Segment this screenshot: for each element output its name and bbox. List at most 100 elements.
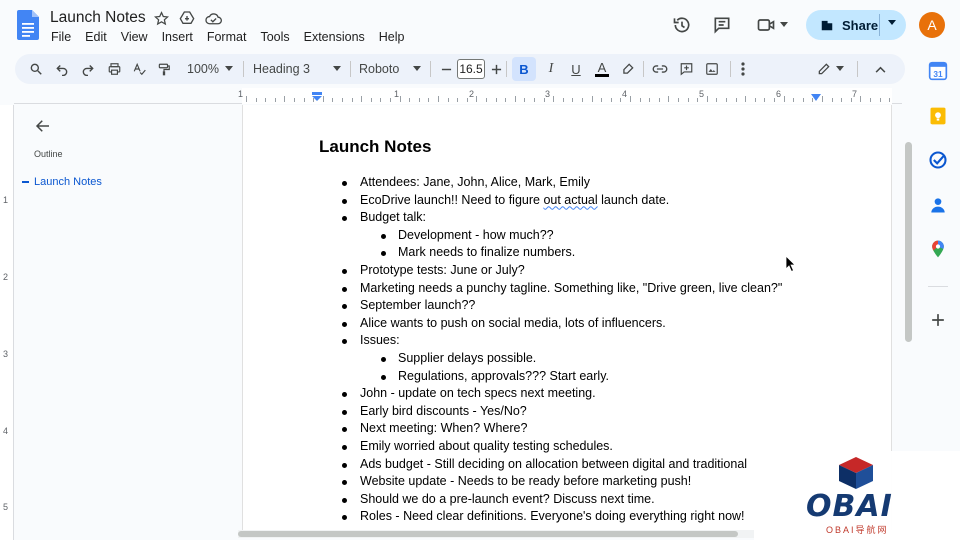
ruler-number: 3 <box>545 89 551 99</box>
bullet-dot <box>342 409 347 415</box>
insert-link-icon[interactable] <box>651 60 669 78</box>
list-item[interactable]: John - update on tech specs next meeting… <box>319 385 879 403</box>
outline-item[interactable]: Launch Notes <box>22 176 102 188</box>
share-dropdown-icon[interactable] <box>888 20 896 26</box>
maps-icon[interactable] <box>928 239 948 259</box>
editing-mode-icon[interactable] <box>815 60 833 78</box>
left-indent-marker-icon[interactable] <box>312 92 322 101</box>
meet-icon[interactable] <box>756 15 776 35</box>
ruler-number: 6 <box>776 89 782 99</box>
list-item-text: Mark needs to finalize numbers. <box>398 245 576 260</box>
underline-button[interactable]: U <box>566 60 586 78</box>
increase-font-size-icon[interactable] <box>489 60 503 78</box>
avatar[interactable]: A <box>919 12 945 38</box>
vertical-scrollbar[interactable] <box>905 142 912 342</box>
watermark: OBAI OBAI导航网 <box>754 451 960 540</box>
list-item[interactable]: Budget talk: <box>319 209 879 227</box>
tasks-icon[interactable] <box>928 150 948 170</box>
paint-format-icon[interactable] <box>155 60 173 78</box>
meet-dropdown-icon[interactable] <box>780 22 788 28</box>
add-comment-icon[interactable] <box>677 60 695 78</box>
add-addon-plus-icon[interactable] <box>928 310 948 330</box>
font-dropdown-icon[interactable] <box>413 66 421 72</box>
bullet-dot <box>342 339 347 345</box>
redo-icon[interactable] <box>79 60 97 78</box>
ruler-number: 1 <box>3 195 9 205</box>
star-icon[interactable] <box>152 9 170 27</box>
bold-button[interactable]: B <box>512 57 536 81</box>
italic-button[interactable]: I <box>541 60 561 78</box>
vertical-ruler[interactable]: 1 2 3 4 5 <box>0 105 14 540</box>
text-color-button[interactable]: A <box>592 60 612 78</box>
share-button[interactable]: Share <box>806 10 906 40</box>
list-item-text: John - update on tech specs next meeting… <box>360 386 596 401</box>
spelling-check-icon[interactable] <box>130 60 148 78</box>
menu-format[interactable]: Format <box>207 30 247 44</box>
list-item[interactable]: Supplier delays possible. <box>319 350 879 368</box>
font-select[interactable]: Roboto <box>359 60 419 78</box>
search-menus-icon[interactable] <box>27 60 45 78</box>
style-dropdown-icon[interactable] <box>333 66 341 72</box>
bullet-dot <box>381 233 386 239</box>
mouse-pointer-icon <box>786 256 796 272</box>
zoom-dropdown-icon[interactable] <box>225 66 233 72</box>
zoom-select[interactable]: 100% <box>181 60 225 78</box>
menu-extensions[interactable]: Extensions <box>304 30 365 44</box>
bullet-dot <box>342 181 347 186</box>
title-bar: Launch Notes File Edit View Insert Forma… <box>0 0 960 50</box>
document-heading[interactable]: Launch Notes <box>319 137 431 157</box>
ruler-number: 1 <box>394 89 400 99</box>
more-options-icon[interactable] <box>737 60 749 78</box>
list-item[interactable]: Regulations, approvals??? Start early. <box>319 368 879 386</box>
editing-mode-dropdown-icon[interactable] <box>836 66 844 72</box>
bullet-dot <box>342 198 347 204</box>
list-item[interactable]: Early bird discounts - Yes/No? <box>319 403 879 421</box>
bullet-dot <box>342 427 347 433</box>
docs-logo-icon[interactable] <box>17 10 39 40</box>
keep-icon[interactable] <box>928 106 948 126</box>
toolbar: 100% Heading 3 Roboto 16.5 B I U A <box>15 54 905 84</box>
version-history-icon[interactable] <box>672 15 692 35</box>
decrease-font-size-icon[interactable] <box>439 60 453 78</box>
list-item-text: Should we do a pre-launch event? Discuss… <box>360 491 655 506</box>
font-size-input[interactable]: 16.5 <box>457 59 485 79</box>
highlight-color-icon[interactable] <box>619 60 637 78</box>
list-item[interactable]: Issues: <box>319 332 879 350</box>
list-item-text: Emily worried about quality testing sche… <box>360 438 613 453</box>
menu-edit[interactable]: Edit <box>85 30 107 44</box>
close-outline-arrow-left-icon[interactable] <box>34 117 52 135</box>
list-item[interactable]: Next meeting: When? Where? <box>319 420 879 438</box>
horizontal-ruler[interactable]: 1 1 2 3 4 5 6 7 <box>14 88 902 104</box>
list-item-text: Next meeting: When? Where? <box>360 421 528 436</box>
menu-help[interactable]: Help <box>379 30 405 44</box>
list-item[interactable]: September launch?? <box>319 297 879 315</box>
undo-icon[interactable] <box>53 60 71 78</box>
paragraph-style-select[interactable]: Heading 3 <box>253 60 333 78</box>
bullet-dot <box>381 251 386 257</box>
menu-view[interactable]: View <box>121 30 148 44</box>
spelling-suggestion[interactable]: out actual <box>543 193 597 207</box>
document-title[interactable]: Launch Notes <box>50 9 146 27</box>
menu-file[interactable]: File <box>51 30 71 44</box>
watermark-cube-logo <box>839 457 873 489</box>
calendar-icon[interactable]: 31 <box>928 61 948 81</box>
list-item[interactable]: Development - how much?? <box>319 227 879 245</box>
outline-panel: Outline Launch Notes <box>14 105 240 540</box>
bullet-dot <box>342 480 347 486</box>
menu-insert[interactable]: Insert <box>162 30 193 44</box>
move-to-drive-icon[interactable] <box>178 9 196 27</box>
list-item-text: Attendees: Jane, John, Alice, Mark, Emil… <box>360 175 590 189</box>
menu-tools[interactable]: Tools <box>260 30 289 44</box>
list-item[interactable]: Attendees: Jane, John, Alice, Mark, Emil… <box>319 174 879 192</box>
list-item[interactable]: EcoDrive launch!! Need to figure out act… <box>319 192 879 210</box>
contacts-icon[interactable] <box>928 195 948 215</box>
print-icon[interactable] <box>105 60 123 78</box>
docs-app: Launch Notes File Edit View Insert Forma… <box>0 0 960 540</box>
hide-menus-chevron-up-icon[interactable] <box>872 60 888 78</box>
comments-icon[interactable] <box>712 15 732 35</box>
list-item[interactable]: Marketing needs a punchy tagline. Someth… <box>319 280 879 298</box>
right-indent-marker-icon[interactable] <box>811 94 821 101</box>
cloud-saved-icon[interactable] <box>204 9 222 27</box>
list-item[interactable]: Alice wants to push on social media, lot… <box>319 315 879 333</box>
insert-image-icon[interactable] <box>703 60 721 78</box>
